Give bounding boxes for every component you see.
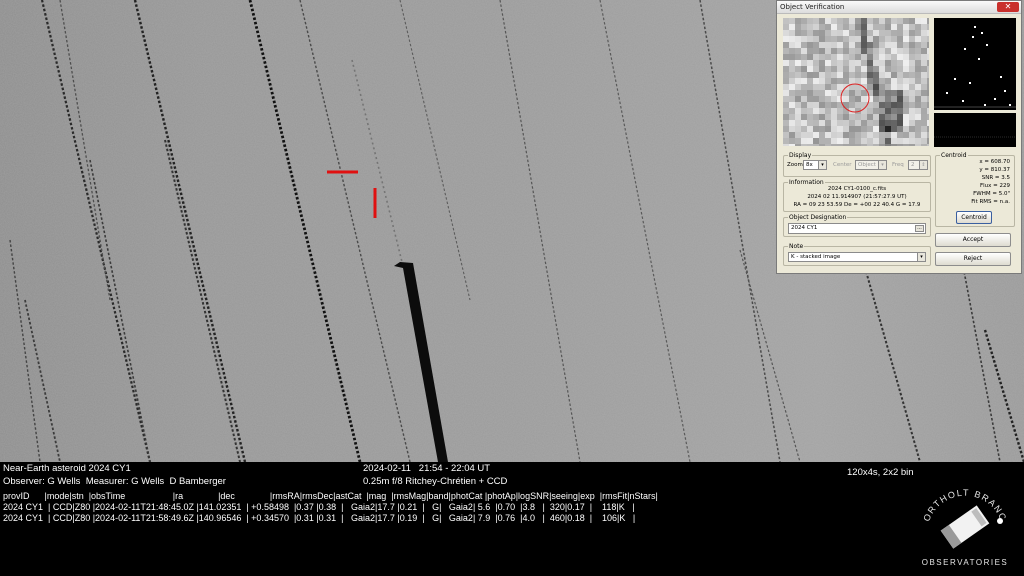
window-titlebar[interactable]: Object Verification ✕ xyxy=(777,1,1021,14)
ades-table-row-2: 2024 CY1 | CCD|Z80 |2024-02-11T21:58:49.… xyxy=(3,513,636,523)
center-label: Center xyxy=(833,162,852,168)
observatory-logo: NORTHOLT BRANCH OBSERVATORIES xyxy=(910,467,1009,567)
chevron-down-icon: ▾ xyxy=(917,253,925,261)
centroid-x: x = 608.70 xyxy=(979,159,1010,165)
ades-table-header: provID |mode|stn |obsTime |ra |dec |rmsR… xyxy=(3,491,658,501)
note-select[interactable]: K - stacked image ▾ xyxy=(788,252,926,262)
display-group: Display Zoom 8x ▾ Center Object ▾ Freq 2 ⇕ xyxy=(783,152,931,177)
observer-line: Observer: G Wells Measurer: G Wells D Ba… xyxy=(3,476,226,487)
object-verification-window[interactable]: Object Verification ✕ Display Zoom 8x ▾ C… xyxy=(776,0,1022,274)
freq-spinner[interactable]: 2 ⇕ xyxy=(908,160,928,170)
designation-input[interactable]: 2024 CY1 ... xyxy=(788,223,926,234)
center-select[interactable]: Object ▾ xyxy=(855,160,887,170)
centroid-fwhm: FWHM = 5.0" xyxy=(973,191,1010,197)
zoom-label: Zoom xyxy=(787,162,803,168)
centroid-group-label: Centroid xyxy=(940,152,968,159)
display-group-label: Display xyxy=(788,152,813,159)
designation-group-label: Object Designation xyxy=(788,214,848,221)
browse-button[interactable]: ... xyxy=(915,225,924,232)
window-title: Object Verification xyxy=(780,3,845,11)
close-button[interactable]: ✕ xyxy=(997,2,1019,12)
accept-button[interactable]: Accept xyxy=(935,233,1011,247)
ades-table-row-1: 2024 CY1 | CCD|Z80 |2024-02-11T21:48:45.… xyxy=(3,502,635,512)
centroid-snr: SNR = 3.5 xyxy=(981,175,1010,181)
information-group-label: Information xyxy=(788,179,825,186)
centroid-fit-rms: Fit RMS = n.a. xyxy=(971,199,1010,205)
residual-plot xyxy=(934,113,1016,147)
info-file: 2024 CY1-0100_c.fits xyxy=(827,186,887,192)
chevron-down-icon: ▾ xyxy=(818,161,826,169)
profile-points xyxy=(934,26,1016,108)
centroid-y: y = 810.37 xyxy=(979,167,1010,173)
radial-profile-plot xyxy=(934,18,1016,110)
logo-text-bottom: OBSERVATORIES xyxy=(922,558,1008,567)
info-time: 2024 02 11.914907 (21:57:27.9 UT) xyxy=(807,194,907,200)
freq-label: Freq xyxy=(892,162,904,168)
exposure-info: 120x4s, 2x2 bin xyxy=(847,467,914,478)
logo-text-top: NORTHOLT BRANCH xyxy=(910,467,1009,523)
centroid-button[interactable]: Centroid xyxy=(956,211,992,224)
info-coords: RA = 09 23 53.59 De = +00 22 40.4 G = 17… xyxy=(793,202,921,208)
zoomed-stamp xyxy=(783,18,929,146)
chevron-down-icon: ▾ xyxy=(878,161,886,169)
observation-datetime: 2024-02-11 21:54 - 22:04 UT xyxy=(363,463,491,474)
telescope-icon xyxy=(940,505,990,549)
information-group: Information 2024 CY1-0100_c.fits 2024 02… xyxy=(783,179,931,212)
caption-panel: Near-Earth asteroid 2024 CY1 Observer: G… xyxy=(0,462,1024,576)
telescope-info: 0.25m f/8 Ritchey-Chrétien + CCD xyxy=(363,476,508,487)
zoom-select[interactable]: 8x ▾ xyxy=(803,160,827,170)
reject-button[interactable]: Reject xyxy=(935,252,1011,266)
note-group: Note K - stacked image ▾ xyxy=(783,243,931,266)
centroid-group: Centroid x = 608.70 y = 810.37 SNR = 3.5… xyxy=(935,152,1015,227)
designation-group: Object Designation 2024 CY1 ... xyxy=(783,214,931,237)
centroid-flux: Flux = 229 xyxy=(979,183,1010,189)
object-title: Near-Earth asteroid 2024 CY1 xyxy=(3,463,131,474)
star-dot xyxy=(997,518,1003,524)
note-group-label: Note xyxy=(788,243,805,250)
spinner-icon: ⇕ xyxy=(919,161,927,169)
